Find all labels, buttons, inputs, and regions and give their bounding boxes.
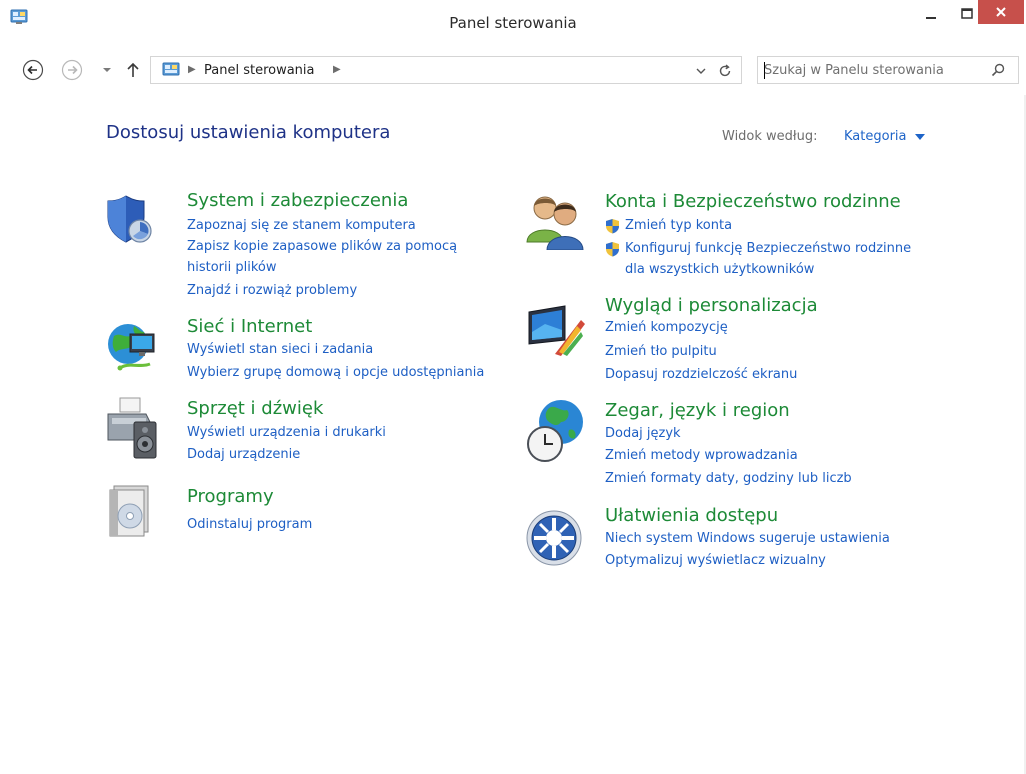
link-change-date-time-formats[interactable]: Zmień formaty daty, godziny lub liczb <box>605 471 852 486</box>
address-bar[interactable]: ▶ Panel sterowania ▶ <box>150 56 742 84</box>
category-title-programs[interactable]: Programy <box>187 486 274 507</box>
link-homegroup-sharing[interactable]: Wybierz grupę domową i opcje udostępnian… <box>187 365 484 380</box>
breadcrumb-separator-icon[interactable]: ▶ <box>188 64 196 75</box>
hardware-sound-icon[interactable] <box>106 396 158 462</box>
link-check-computer-status[interactable]: Zapoznaj się ze stanem komputera <box>187 218 416 233</box>
search-icon[interactable] <box>990 62 1006 78</box>
link-family-safety[interactable]: Konfiguruj funkcję Bezpieczeństwo rodzin… <box>625 241 911 256</box>
up-arrow-icon <box>127 62 139 77</box>
category-title-hardware-sound[interactable]: Sprzęt i dźwięk <box>187 398 323 419</box>
category-title-system-security[interactable]: System i zabezpieczenia <box>187 190 408 211</box>
link-change-theme[interactable]: Zmień kompozycję <box>605 320 728 335</box>
back-arrow-icon <box>22 59 44 81</box>
view-by-label: Widok według: <box>722 129 818 144</box>
search-box[interactable] <box>757 56 1019 84</box>
category-title-user-accounts[interactable]: Konta i Bezpieczeństwo rodzinne <box>605 191 901 212</box>
window-title: Panel sterowania <box>449 14 577 32</box>
link-devices-printers[interactable]: Wyświetl urządzenia i drukarki <box>187 425 386 440</box>
category-title-clock-language-region[interactable]: Zegar, język i region <box>605 400 790 421</box>
link-file-history-backup[interactable]: Zapisz kopie zapasowe plików za pomocą <box>187 239 457 254</box>
appearance-icon[interactable] <box>525 302 587 358</box>
up-button[interactable] <box>122 59 144 81</box>
minimize-button[interactable] <box>914 0 948 28</box>
minimize-icon <box>926 17 936 19</box>
title-bar: Panel sterowania <box>0 0 1026 42</box>
recent-locations-button[interactable] <box>96 59 118 81</box>
close-icon <box>996 7 1006 17</box>
search-input[interactable] <box>764 60 984 80</box>
uac-shield-icon <box>606 219 619 234</box>
link-family-safety-cont[interactable]: dla wszystkich użytkowników <box>625 262 814 277</box>
maximize-icon <box>961 8 973 19</box>
breadcrumb-separator-icon[interactable]: ▶ <box>333 64 341 75</box>
close-button[interactable] <box>978 0 1024 24</box>
view-by-chevron-down-icon[interactable] <box>915 134 925 140</box>
category-title-appearance[interactable]: Wygląd i personalizacja <box>605 295 818 316</box>
link-file-history-backup-cont[interactable]: historii plików <box>187 260 277 275</box>
category-title-ease-of-access[interactable]: Ułatwienia dostępu <box>605 505 778 526</box>
link-troubleshoot[interactable]: Znajdź i rozwiąż problemy <box>187 283 357 298</box>
view-by-dropdown[interactable]: Kategoria <box>844 129 907 144</box>
link-windows-suggest-settings[interactable]: Niech system Windows sugeruje ustawienia <box>605 531 890 546</box>
network-icon[interactable] <box>106 318 158 376</box>
clock-globe-icon[interactable] <box>525 398 587 464</box>
ease-of-access-icon[interactable] <box>525 509 583 567</box>
link-change-account-type[interactable]: Zmień typ konta <box>625 218 732 233</box>
address-history-dropdown-icon[interactable] <box>693 63 709 79</box>
link-add-language[interactable]: Dodaj język <box>605 426 681 441</box>
link-change-desktop-background[interactable]: Zmień tło pulpitu <box>605 344 717 359</box>
forward-arrow-icon <box>61 59 83 81</box>
dropdown-arrow-icon <box>103 68 111 72</box>
category-title-network-internet[interactable]: Sieć i Internet <box>187 316 312 337</box>
link-add-device[interactable]: Dodaj urządzenie <box>187 447 300 462</box>
programs-icon[interactable] <box>106 484 154 540</box>
control-panel-icon <box>162 62 180 76</box>
back-button[interactable] <box>22 59 44 81</box>
refresh-icon[interactable] <box>717 63 733 79</box>
link-uninstall-program[interactable]: Odinstaluj program <box>187 517 312 532</box>
uac-shield-icon <box>606 242 619 257</box>
user-accounts-icon[interactable] <box>525 192 587 250</box>
page-title: Dostosuj ustawienia komputera <box>106 122 391 143</box>
forward-button[interactable] <box>61 59 83 81</box>
link-network-status[interactable]: Wyświetl stan sieci i zadania <box>187 342 373 357</box>
link-optimize-visual-display[interactable]: Optymalizuj wyświetlacz wizualny <box>605 553 826 568</box>
system-security-icon[interactable] <box>106 193 154 245</box>
breadcrumb-item-panel-sterowania[interactable]: Panel sterowania <box>204 63 315 78</box>
link-adjust-screen-resolution[interactable]: Dopasuj rozdzielczość ekranu <box>605 367 797 382</box>
link-change-input-methods[interactable]: Zmień metody wprowadzania <box>605 448 798 463</box>
